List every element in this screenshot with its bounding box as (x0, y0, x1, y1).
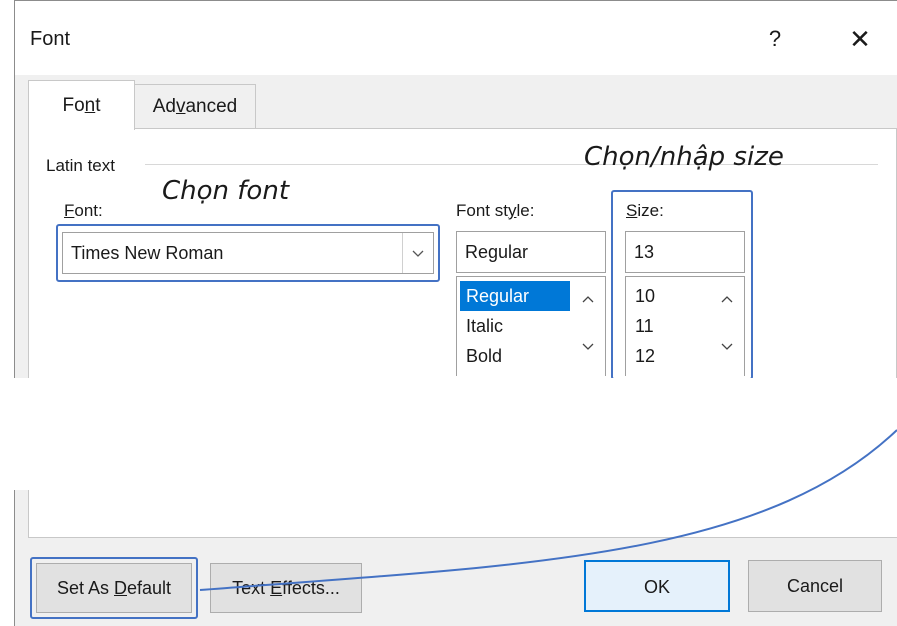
tab-font[interactable]: Font (28, 80, 135, 130)
scroll-down-icon[interactable] (571, 333, 605, 359)
annotation-choose-font: Chọn font (162, 176, 290, 206)
font-highlight-box (56, 224, 440, 282)
font-style-label: Font style: (456, 201, 535, 220)
help-button[interactable]: ? (757, 22, 793, 56)
size-highlight-box (611, 190, 753, 380)
tab-panel-bottom (28, 490, 897, 538)
cancel-button[interactable]: Cancel (748, 560, 882, 612)
set-default-highlight-box (30, 557, 198, 619)
font-style-list[interactable]: Regular Italic Bold (456, 276, 606, 376)
cropped-gap (0, 378, 897, 490)
font-style-input[interactable]: Regular (456, 231, 606, 273)
group-label-latin-text: Latin text (46, 156, 115, 175)
list-item-style-regular[interactable]: Regular (460, 281, 570, 311)
close-button[interactable]: ✕ (838, 22, 882, 56)
list-item-style-italic[interactable]: Italic (460, 311, 570, 341)
font-label: Font: (64, 201, 103, 220)
annotation-choose-size: Chọn/nhập size (584, 142, 784, 172)
tab-advanced[interactable]: Advanced (134, 84, 256, 128)
scroll-up-icon[interactable] (571, 285, 605, 311)
ok-button[interactable]: OK (584, 560, 730, 612)
list-item-style-bold[interactable]: Bold (460, 341, 570, 371)
text-effects-button[interactable]: Text Effects... (210, 563, 362, 613)
dialog-title: Font (30, 28, 71, 50)
